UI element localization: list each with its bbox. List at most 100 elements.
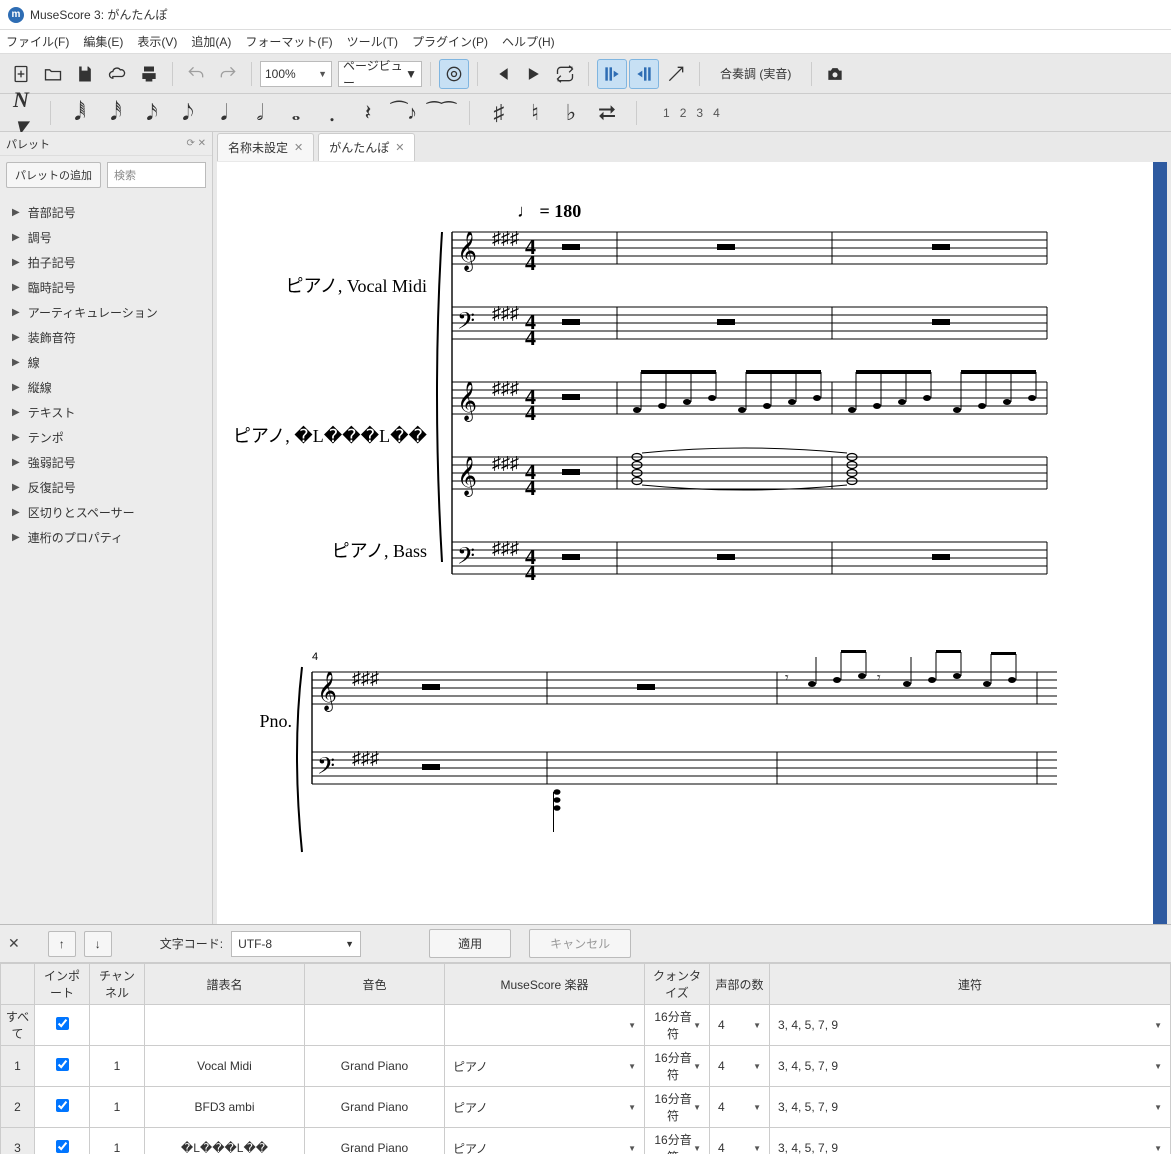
voices-all-combo[interactable]: 4▼	[714, 1018, 765, 1032]
move-down-button[interactable]: ↓	[84, 931, 112, 957]
voice-4[interactable]: 4	[713, 106, 720, 120]
menu-format[interactable]: フォーマット(F)	[245, 33, 332, 50]
tie-button[interactable]: ⁀♪	[391, 100, 417, 125]
quantize-combo[interactable]: 16分音符▼	[649, 1131, 705, 1154]
apply-button[interactable]: 適用	[429, 929, 511, 958]
score-tab-untitled[interactable]: 名称未設定✕	[217, 133, 314, 161]
move-up-button[interactable]: ↑	[48, 931, 76, 957]
svg-text:𝄞: 𝄞	[317, 672, 337, 712]
voices-combo[interactable]: 4▼	[714, 1100, 765, 1114]
palette-search-input[interactable]: 検索	[107, 162, 206, 188]
duration-half[interactable]: 𝅗𝅥	[247, 100, 273, 126]
screenshot-button[interactable]	[820, 59, 850, 89]
loop-in-button[interactable]	[597, 59, 627, 89]
flat-button[interactable]: ♭	[558, 100, 584, 126]
duration-whole[interactable]: 𝅝	[283, 100, 309, 126]
col-staff[interactable]: 譜表名	[145, 964, 305, 1005]
palette-item-clefs[interactable]: ▶音部記号	[0, 200, 212, 225]
voice-1[interactable]: 1	[663, 106, 670, 120]
palette-item-barlines[interactable]: ▶縦線	[0, 375, 212, 400]
close-icon[interactable]: ✕	[395, 141, 404, 154]
quantize-combo[interactable]: 16分音符▼	[649, 1090, 705, 1124]
col-import[interactable]: インポート	[35, 964, 90, 1005]
zoom-combo[interactable]: 100%▼	[260, 61, 332, 87]
palette-item-ornaments[interactable]: ▶装飾音符	[0, 325, 212, 350]
rewind-button[interactable]	[486, 59, 516, 89]
tuplet-all-combo[interactable]: 3, 4, 5, 7, 9▼	[774, 1018, 1166, 1032]
menu-help[interactable]: ヘルプ(H)	[502, 33, 555, 50]
new-button[interactable]	[6, 59, 36, 89]
add-palette-button[interactable]: パレットの追加	[6, 162, 101, 188]
instrument-combo[interactable]: ピアノ▼	[449, 1058, 640, 1075]
voice-2[interactable]: 2	[680, 106, 687, 120]
col-timbre[interactable]: 音色	[305, 964, 445, 1005]
metronome-button[interactable]	[439, 59, 469, 89]
quantize-all-combo[interactable]: 16分音符▼	[649, 1008, 705, 1042]
print-button[interactable]	[134, 59, 164, 89]
duration-16th[interactable]: 𝅘𝅥𝅯	[139, 100, 165, 126]
rest-button[interactable]: 𝄽	[355, 100, 381, 126]
instrument-all-combo[interactable]: ▼	[449, 1021, 640, 1030]
flip-button[interactable]: ⮂	[594, 100, 620, 126]
natural-button[interactable]: ♮	[522, 100, 548, 126]
palette-item-articulations[interactable]: ▶アーティキュレーション	[0, 300, 212, 325]
menu-edit[interactable]: 編集(E)	[83, 33, 123, 50]
cloud-button[interactable]	[102, 59, 132, 89]
tuplet-combo[interactable]: 3, 4, 5, 7, 9▼	[774, 1100, 1166, 1114]
palette-item-accidentals[interactable]: ▶臨時記号	[0, 275, 212, 300]
menu-tools[interactable]: ツール(T)	[347, 33, 398, 50]
palette-item-timesig[interactable]: ▶拍子記号	[0, 250, 212, 275]
col-instrument[interactable]: MuseScore 楽器	[445, 964, 645, 1005]
menu-view[interactable]: 表示(V)	[137, 33, 177, 50]
save-button[interactable]	[70, 59, 100, 89]
palette-dock-buttons[interactable]: ⟳ ✕	[186, 138, 206, 149]
palette-item-breaks[interactable]: ▶区切りとスペーサー	[0, 500, 212, 525]
concert-pitch-button[interactable]: 合奏調 (実音)	[720, 65, 791, 82]
instrument-label-3: ピアノ, Bass	[332, 541, 427, 561]
undo-button[interactable]	[181, 59, 211, 89]
menu-plugins[interactable]: プラグイン(P)	[412, 33, 488, 50]
voice-3[interactable]: 3	[696, 106, 703, 120]
tempo-text: ♩ = 180	[517, 201, 581, 221]
duration-dot[interactable]: .	[319, 98, 345, 128]
score-canvas[interactable]: ♩ = 180 ピアノ, Vocal Midi 𝄞 ♯♯♯ 44	[217, 162, 1167, 924]
palette-item-keysig[interactable]: ▶調号	[0, 225, 212, 250]
instrument-combo[interactable]: ピアノ▼	[449, 1140, 640, 1154]
duration-quarter[interactable]: 𝅘𝅥	[211, 100, 237, 126]
duration-64th[interactable]: 𝅘𝅥𝅱	[67, 100, 93, 126]
palette-item-tempo[interactable]: ▶テンポ	[0, 425, 212, 450]
encoding-combo[interactable]: UTF-8▼	[231, 931, 361, 957]
palette-item-lines[interactable]: ▶線	[0, 350, 212, 375]
redo-button[interactable]	[213, 59, 243, 89]
loop-button[interactable]	[550, 59, 580, 89]
loop-out-button[interactable]	[629, 59, 659, 89]
close-icon[interactable]: ✕	[294, 141, 303, 154]
tuplet-combo[interactable]: 3, 4, 5, 7, 9▼	[774, 1141, 1166, 1154]
voices-combo[interactable]: 4▼	[714, 1059, 765, 1073]
instrument-combo[interactable]: ピアノ▼	[449, 1099, 640, 1116]
note-input-mode-button[interactable]: N ▾	[8, 87, 34, 139]
col-voices[interactable]: 声部の数	[710, 964, 770, 1005]
voices-combo[interactable]: 4▼	[714, 1141, 765, 1154]
close-panel-button[interactable]: ✕	[8, 935, 20, 952]
col-tuplets[interactable]: 連符	[770, 964, 1171, 1005]
play-button[interactable]	[518, 59, 548, 89]
menu-file[interactable]: ファイル(F)	[6, 33, 69, 50]
menu-add[interactable]: 追加(A)	[191, 33, 231, 50]
palette-item-beam[interactable]: ▶連桁のプロパティ	[0, 525, 212, 550]
score-tab-gantanpo[interactable]: がんたんぽ✕	[318, 133, 415, 161]
sharp-button[interactable]: ♯	[486, 100, 512, 126]
duration-32nd[interactable]: 𝅘𝅥𝅰	[103, 100, 129, 126]
palette-item-text[interactable]: ▶テキスト	[0, 400, 212, 425]
quantize-combo[interactable]: 16分音符▼	[649, 1049, 705, 1083]
midi-input-button[interactable]	[661, 59, 691, 89]
col-quantize[interactable]: クォンタイズ	[645, 964, 710, 1005]
slur-button[interactable]: ⁀⁀	[427, 102, 453, 123]
duration-8th[interactable]: 𝅘𝅥𝅮	[175, 100, 201, 126]
col-channel[interactable]: チャンネル	[90, 964, 145, 1005]
open-button[interactable]	[38, 59, 68, 89]
tuplet-combo[interactable]: 3, 4, 5, 7, 9▼	[774, 1059, 1166, 1073]
view-combo[interactable]: ページビュー▼	[338, 61, 422, 87]
palette-item-dynamics[interactable]: ▶強弱記号	[0, 450, 212, 475]
palette-item-repeats[interactable]: ▶反復記号	[0, 475, 212, 500]
